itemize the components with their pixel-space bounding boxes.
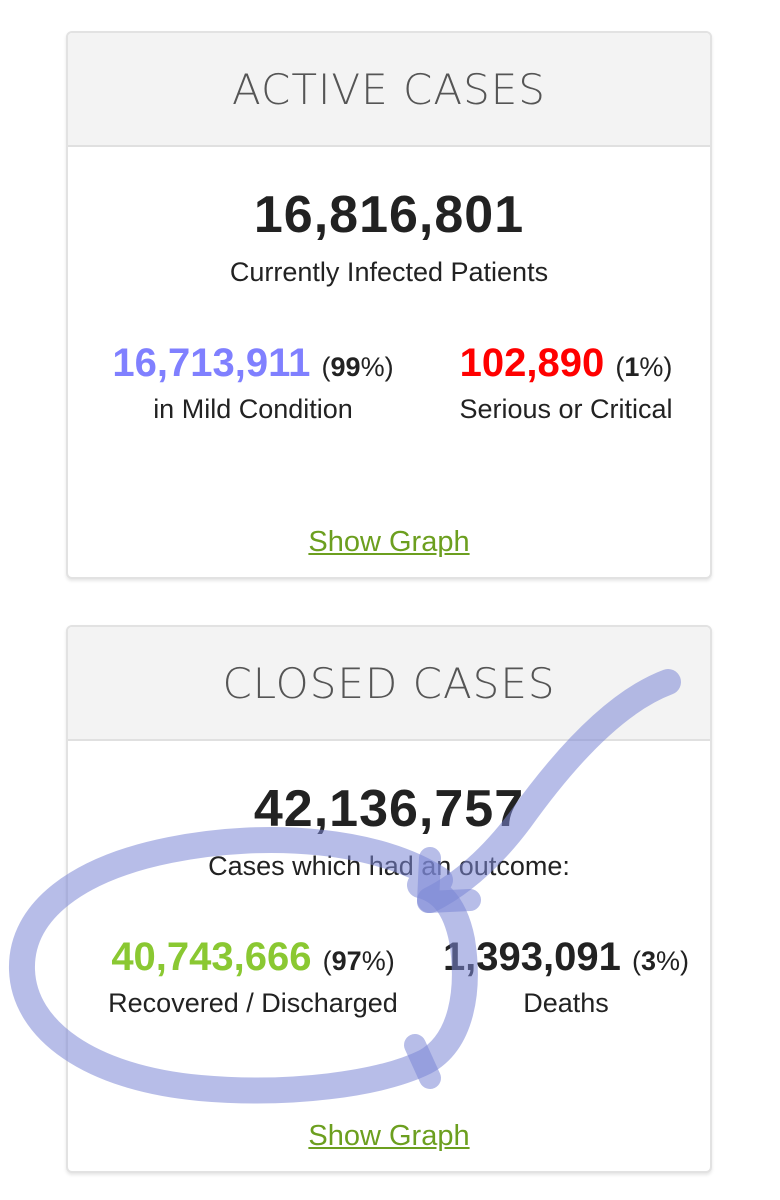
closed-cases-header: CLOSED CASES (68, 627, 710, 741)
critical-percent: (1%) (615, 352, 673, 382)
closed-show-graph-container: Show Graph (68, 1120, 710, 1153)
critical-value: 102,890 (459, 341, 605, 385)
recovered-stat: 40,743,666 (97%) Recovered / Discharged (68, 935, 438, 1019)
closed-breakdown: 40,743,666 (97%) Recovered / Discharged … (68, 935, 710, 1035)
active-cases-body: 16,816,801 Currently Infected Patients 1… (68, 147, 710, 577)
critical-condition-stat: 102,890 (1%) Serious or Critical (418, 341, 710, 425)
page: ACTIVE CASES 16,816,801 Currently Infect… (0, 0, 780, 1200)
closed-total-label: Cases which had an outcome: (208, 851, 570, 881)
critical-label: Serious or Critical (459, 394, 673, 424)
recovered-label: Recovered / Discharged (108, 988, 398, 1018)
active-cases-header: ACTIVE CASES (68, 33, 710, 147)
active-cases-card: ACTIVE CASES 16,816,801 Currently Infect… (66, 31, 712, 579)
active-show-graph-container: Show Graph (68, 526, 710, 559)
active-total-number: 16,816,801 (253, 186, 525, 244)
active-total-label: Currently Infected Patients (229, 257, 549, 287)
deaths-label: Deaths (523, 988, 609, 1018)
closed-show-graph-link[interactable]: Show Graph (308, 1120, 469, 1152)
active-breakdown: 16,713,911 (99%) in Mild Condition 102,8… (68, 341, 710, 441)
recovered-percent: (97%) (322, 946, 395, 976)
mild-condition-stat: 16,713,911 (99%) in Mild Condition (68, 341, 438, 425)
closed-cases-title: CLOSED CASES (222, 658, 556, 708)
closed-cases-body: 42,136,757 Cases which had an outcome: 4… (68, 741, 710, 1171)
mild-percent: (99%) (321, 352, 394, 382)
recovered-value: 40,743,666 (111, 935, 312, 979)
deaths-percent: (3%) (632, 946, 690, 976)
deaths-stat: 1,393,091 (3%) Deaths (418, 935, 710, 1019)
active-cases-title: ACTIVE CASES (232, 64, 546, 114)
closed-cases-card: CLOSED CASES 42,136,757 Cases which had … (66, 625, 712, 1173)
closed-total-number: 42,136,757 (253, 780, 525, 838)
active-show-graph-link[interactable]: Show Graph (308, 526, 469, 558)
mild-value: 16,713,911 (112, 341, 311, 385)
mild-label: in Mild Condition (153, 394, 353, 424)
deaths-value: 1,393,091 (442, 935, 621, 979)
